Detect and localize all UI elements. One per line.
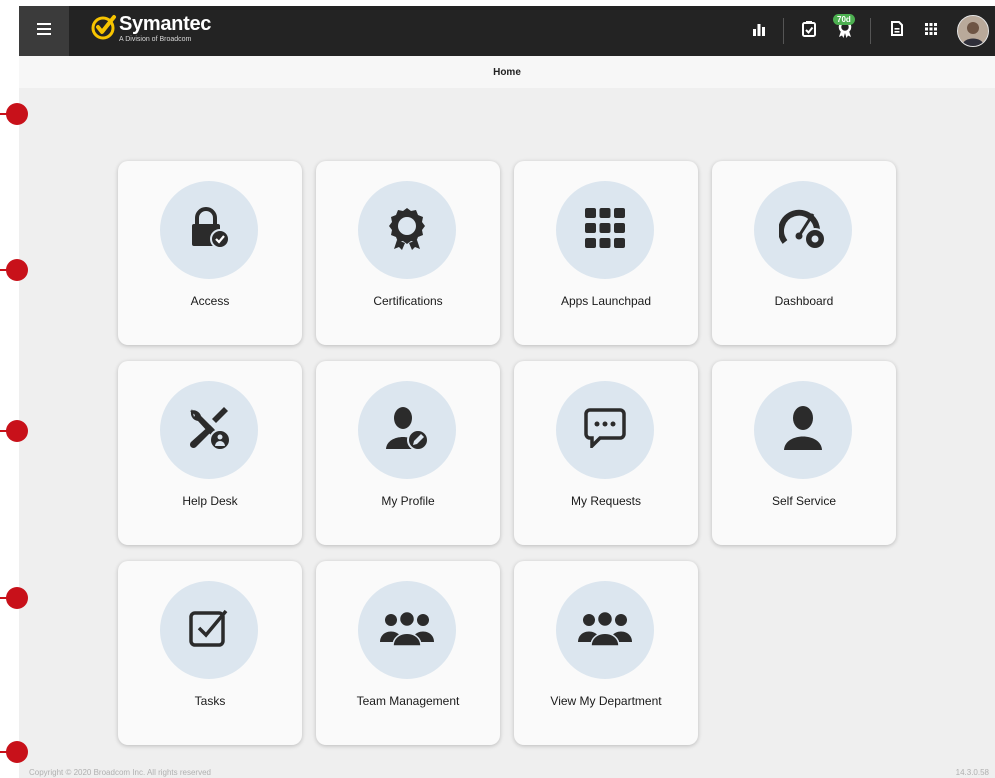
clipboard-check-icon xyxy=(802,20,816,42)
marker-dot xyxy=(6,741,28,763)
breadcrumb: Home xyxy=(19,56,995,88)
home-tiles-grid: Access Certifications Apps Launchpad Das… xyxy=(118,161,898,751)
app-window: Symantec A Division of Broadcom 70d Home… xyxy=(19,6,995,778)
checkbox-icon xyxy=(188,607,230,654)
marker-dot xyxy=(6,259,28,281)
tile-my-requests[interactable]: My Requests xyxy=(514,361,698,545)
tile-label: My Profile xyxy=(381,494,435,508)
tools-user-icon xyxy=(186,405,232,456)
brand-logo[interactable]: Symantec A Division of Broadcom xyxy=(91,14,211,45)
bar-chart-icon xyxy=(752,22,766,41)
tile-tasks[interactable]: Tasks xyxy=(118,561,302,745)
tile-view-my-department[interactable]: View My Department xyxy=(514,561,698,745)
page-title: Home xyxy=(493,66,521,78)
icon-circle xyxy=(754,181,852,279)
icon-circle xyxy=(358,181,456,279)
documents-button[interactable] xyxy=(883,6,911,56)
icon-circle xyxy=(556,581,654,679)
brand-name: Symantec xyxy=(119,13,212,35)
group-icon xyxy=(578,610,632,651)
award-icon xyxy=(387,206,427,255)
tile-help-desk[interactable]: Help Desk xyxy=(118,361,302,545)
tile-team-management[interactable]: Team Management xyxy=(316,561,500,745)
tile-label: Dashboard xyxy=(774,294,834,308)
document-icon xyxy=(891,21,903,41)
tile-access[interactable]: Access xyxy=(118,161,302,345)
user-avatar[interactable] xyxy=(957,15,989,47)
brand-subtitle: A Division of Broadcom xyxy=(119,36,192,43)
apps-button[interactable] xyxy=(917,6,945,56)
menu-button[interactable] xyxy=(19,6,69,56)
tile-label: Team Management xyxy=(356,694,460,708)
icon-circle xyxy=(358,381,456,479)
tile-label: View My Department xyxy=(550,694,662,708)
tile-self-service[interactable]: Self Service xyxy=(712,361,896,545)
icon-circle xyxy=(160,181,258,279)
version-text: 14.3.0.58 xyxy=(955,768,989,777)
tile-label: Self Service xyxy=(771,494,837,508)
tile-label: Tasks xyxy=(194,694,226,708)
marker-dot xyxy=(6,103,28,125)
marker-dot xyxy=(6,587,28,609)
tile-label: My Requests xyxy=(570,494,642,508)
symantec-check-icon xyxy=(91,14,117,45)
tile-label: Help Desk xyxy=(182,494,238,508)
marker-dot xyxy=(6,420,28,442)
menu-icon xyxy=(37,22,51,40)
icon-circle xyxy=(556,181,654,279)
gauge-gear-icon xyxy=(778,206,827,255)
lock-check-icon xyxy=(187,206,231,255)
tile-dashboard[interactable]: Dashboard xyxy=(712,161,896,345)
icon-circle xyxy=(754,381,852,479)
tile-my-profile[interactable]: My Profile xyxy=(316,361,500,545)
tile-apps-launchpad[interactable]: Apps Launchpad xyxy=(514,161,698,345)
tile-label: Apps Launchpad xyxy=(560,294,652,308)
tile-label: Access xyxy=(190,294,230,308)
icon-circle xyxy=(160,381,258,479)
chat-bubble-icon xyxy=(584,407,626,453)
tile-certifications[interactable]: Certifications xyxy=(316,161,500,345)
user-icon xyxy=(783,405,823,456)
icon-circle xyxy=(358,581,456,679)
icon-circle xyxy=(160,581,258,679)
icon-circle xyxy=(556,381,654,479)
top-nav-bar: Symantec A Division of Broadcom 70d xyxy=(19,6,995,56)
tasks-button[interactable] xyxy=(795,6,823,56)
apps-grid-icon xyxy=(925,22,937,40)
days-badge: 70d xyxy=(833,14,855,25)
copyright-text: Copyright © 2020 Broadcom Inc. All right… xyxy=(29,768,211,777)
toolbar-divider xyxy=(870,18,871,44)
reports-button[interactable] xyxy=(745,6,773,56)
apps-grid-icon xyxy=(585,207,625,253)
toolbar-divider xyxy=(783,18,784,44)
user-edit-icon xyxy=(385,405,429,456)
tile-label: Certifications xyxy=(373,294,443,308)
group-icon xyxy=(380,610,434,651)
